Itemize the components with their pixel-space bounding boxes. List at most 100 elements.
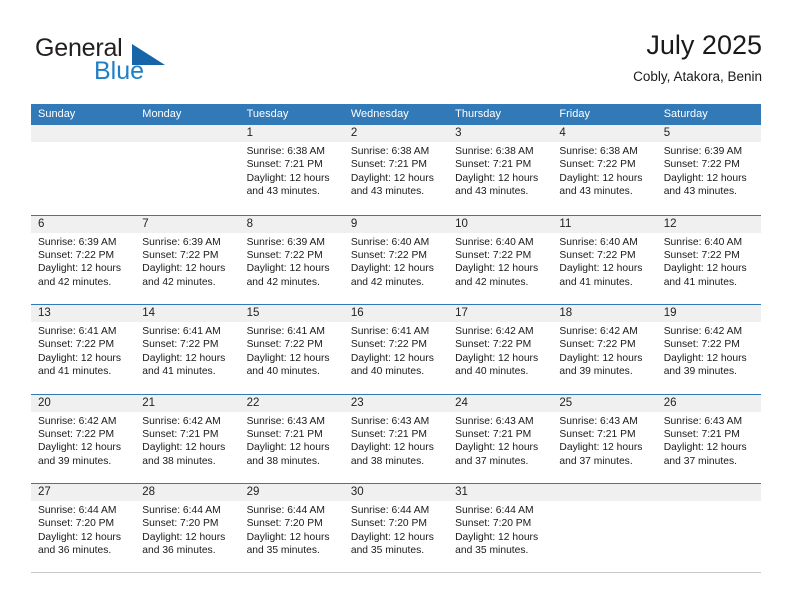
sunset-text: Sunset: 7:21 PM xyxy=(142,428,219,440)
sunset-text: Sunset: 7:21 PM xyxy=(350,428,427,440)
daylight-text-line1: Daylight: 12 hours xyxy=(455,263,539,275)
daylight-text-line1: Daylight: 12 hours xyxy=(559,172,643,184)
general-blue-logo[interactable]: General Blue xyxy=(35,34,265,92)
day-cell-empty xyxy=(656,484,761,572)
day-details: Sunrise: 6:43 AM Sunset: 7:21 PM Daylight:… xyxy=(657,412,761,469)
daylight-text-line2: and 43 minutes. xyxy=(663,186,737,198)
day-cell[interactable]: 20 Sunrise: 6:42 AM Sunset: 7:22 PM Dayligh… xyxy=(31,394,136,483)
sunset-text: Sunset: 7:22 PM xyxy=(38,428,115,440)
sunrise-text: Sunrise: 6:42 AM xyxy=(663,326,743,337)
daylight-text-line1: Daylight: 12 hours xyxy=(350,172,434,184)
daylight-text-line2: and 35 minutes. xyxy=(246,545,320,557)
day-cell[interactable]: 21 Sunrise: 6:42 AM Sunset: 7:21 PM Dayligh… xyxy=(135,394,240,483)
day-cell[interactable]: 31 Sunrise: 6:44 AM Sunset: 7:20 PM Dayligh… xyxy=(448,484,553,572)
sunrise-text: Sunrise: 6:42 AM xyxy=(142,415,221,427)
day-cell[interactable]: 30 Sunrise: 6:44 AM Sunset: 7:20 PM Dayligh… xyxy=(343,484,449,572)
weekday-header-monday: Monday xyxy=(142,108,182,120)
weekday-header-wednesday: Wednesday xyxy=(350,108,409,120)
day-number: 11 xyxy=(552,215,657,233)
day-cell[interactable]: 12 Sunrise: 6:40 AM Sunset: 7:22 PM Dayligh… xyxy=(656,215,761,304)
day-cell[interactable]: 8 Sunrise: 6:39 AM Sunset: 7:22 PM Daylight… xyxy=(239,215,344,304)
sunrise-text: Sunrise: 6:40 AM xyxy=(559,236,638,248)
day-cell[interactable]: 5 Sunrise: 6:39 AM Sunset: 7:22 PM Daylight… xyxy=(656,125,761,215)
page-header: General Blue July 2025 Cobly, Atakora, B… xyxy=(30,28,762,96)
sunrise-text: Sunrise: 6:41 AM xyxy=(142,326,221,337)
day-cell[interactable]: 25 Sunrise: 6:43 AM Sunset: 7:21 PM Dayligh… xyxy=(552,394,657,483)
day-number: 16 xyxy=(343,305,449,322)
page-title: July 2025 xyxy=(646,30,762,60)
day-cell[interactable]: 18 Sunrise: 6:42 AM Sunset: 7:22 PM Dayligh… xyxy=(552,305,657,394)
daylight-text-line1: Daylight: 12 hours xyxy=(663,263,747,275)
day-cell[interactable]: 1 Sunrise: 6:38 AM Sunset: 7:21 PM Daylight… xyxy=(239,125,344,215)
day-cell[interactable]: 28 Sunrise: 6:44 AM Sunset: 7:20 PM Dayligh… xyxy=(135,484,240,572)
day-cell[interactable]: 15 Sunrise: 6:41 AM Sunset: 7:22 PM Dayligh… xyxy=(239,305,344,394)
daylight-text-line1: Daylight: 12 hours xyxy=(142,352,226,364)
day-details: Sunrise: 6:41 AM Sunset: 7:22 PM Daylight:… xyxy=(31,322,135,379)
sunrise-text: Sunrise: 6:43 AM xyxy=(350,415,430,427)
day-number: 2 xyxy=(343,125,449,142)
sunset-text: Sunset: 7:22 PM xyxy=(246,249,323,261)
daylight-text-line2: and 43 minutes. xyxy=(455,186,529,198)
day-cell[interactable]: 6 Sunrise: 6:39 AM Sunset: 7:22 PM Daylight… xyxy=(31,215,136,304)
day-cell[interactable]: 2 Sunrise: 6:38 AM Sunset: 7:21 PM Daylight… xyxy=(343,125,449,215)
day-cell[interactable]: 14 Sunrise: 6:41 AM Sunset: 7:22 PM Dayligh… xyxy=(135,305,240,394)
day-cell[interactable]: 29 Sunrise: 6:44 AM Sunset: 7:20 PM Dayligh… xyxy=(239,484,344,572)
daylight-text-line1: Daylight: 12 hours xyxy=(246,172,330,184)
day-cell[interactable]: 22 Sunrise: 6:43 AM Sunset: 7:21 PM Dayligh… xyxy=(239,394,344,483)
day-cell[interactable]: 11 Sunrise: 6:40 AM Sunset: 7:22 PM Dayligh… xyxy=(552,215,657,304)
day-cell[interactable]: 16 Sunrise: 6:41 AM Sunset: 7:22 PM Dayligh… xyxy=(343,305,449,394)
day-number: 25 xyxy=(552,394,657,412)
day-cell[interactable]: 17 Sunrise: 6:42 AM Sunset: 7:22 PM Dayligh… xyxy=(448,305,553,394)
daylight-text-line2: and 38 minutes. xyxy=(246,455,320,467)
daylight-text-line1: Daylight: 12 hours xyxy=(350,531,434,543)
day-number: 24 xyxy=(448,394,553,412)
daylight-text-line2: and 39 minutes. xyxy=(663,366,737,378)
day-details: Sunrise: 6:42 AM Sunset: 7:22 PM Daylight:… xyxy=(552,322,656,379)
day-cell[interactable]: 13 Sunrise: 6:41 AM Sunset: 7:22 PM Dayligh… xyxy=(31,305,136,394)
sunrise-text: Sunrise: 6:40 AM xyxy=(663,236,743,248)
daylight-text-line1: Daylight: 12 hours xyxy=(455,442,539,454)
daylight-text-line1: Daylight: 12 hours xyxy=(663,442,747,454)
day-number: 23 xyxy=(343,394,449,412)
daylight-text-line2: and 43 minutes. xyxy=(246,186,320,198)
sunset-text: Sunset: 7:22 PM xyxy=(38,249,115,261)
day-cell[interactable]: 24 Sunrise: 6:43 AM Sunset: 7:21 PM Dayligh… xyxy=(448,394,553,483)
day-details: Sunrise: 6:40 AM Sunset: 7:22 PM Daylight:… xyxy=(448,233,552,290)
day-number: 27 xyxy=(31,484,136,501)
day-cell[interactable]: 9 Sunrise: 6:40 AM Sunset: 7:22 PM Daylight… xyxy=(343,215,449,304)
sunset-text: Sunset: 7:21 PM xyxy=(455,428,532,440)
day-number: 19 xyxy=(656,305,761,322)
daylight-text-line2: and 42 minutes. xyxy=(38,276,112,288)
day-number xyxy=(31,125,136,142)
daylight-text-line1: Daylight: 12 hours xyxy=(246,263,330,275)
day-cell[interactable]: 4 Sunrise: 6:38 AM Sunset: 7:22 PM Daylight… xyxy=(552,125,657,215)
sunset-text: Sunset: 7:22 PM xyxy=(663,159,740,171)
day-cell[interactable]: 10 Sunrise: 6:40 AM Sunset: 7:22 PM Dayligh… xyxy=(448,215,553,304)
daylight-text-line1: Daylight: 12 hours xyxy=(246,352,330,364)
day-number: 30 xyxy=(343,484,449,501)
day-details: Sunrise: 6:41 AM Sunset: 7:22 PM Daylight:… xyxy=(135,322,239,379)
sunrise-text: Sunrise: 6:40 AM xyxy=(350,236,430,248)
day-details: Sunrise: 6:43 AM Sunset: 7:21 PM Daylight:… xyxy=(448,412,552,469)
daylight-text-line1: Daylight: 12 hours xyxy=(559,442,643,454)
day-details: Sunrise: 6:38 AM Sunset: 7:21 PM Daylight:… xyxy=(240,142,344,199)
day-number: 14 xyxy=(135,305,240,322)
daylight-text-line1: Daylight: 12 hours xyxy=(663,172,747,184)
sunrise-text: Sunrise: 6:38 AM xyxy=(350,146,430,157)
day-cell[interactable]: 7 Sunrise: 6:39 AM Sunset: 7:22 PM Daylight… xyxy=(135,215,240,304)
day-number: 21 xyxy=(135,394,240,412)
day-cell[interactable]: 23 Sunrise: 6:43 AM Sunset: 7:21 PM Dayligh… xyxy=(343,394,449,483)
daylight-text-line1: Daylight: 12 hours xyxy=(350,442,434,454)
day-cell[interactable]: 3 Sunrise: 6:38 AM Sunset: 7:21 PM Daylight… xyxy=(448,125,553,215)
day-details: Sunrise: 6:43 AM Sunset: 7:21 PM Daylight:… xyxy=(240,412,344,469)
day-number: 10 xyxy=(448,215,553,233)
sunrise-text: Sunrise: 6:41 AM xyxy=(246,326,325,337)
day-cell[interactable]: 26 Sunrise: 6:43 AM Sunset: 7:21 PM Dayligh… xyxy=(656,394,761,483)
day-cell[interactable]: 27 Sunrise: 6:44 AM Sunset: 7:20 PM Dayligh… xyxy=(31,484,136,572)
daylight-text-line2: and 40 minutes. xyxy=(455,366,529,378)
day-number: 5 xyxy=(656,125,761,142)
day-details: Sunrise: 6:42 AM Sunset: 7:22 PM Daylight:… xyxy=(31,412,135,469)
sunset-text: Sunset: 7:22 PM xyxy=(38,339,115,351)
day-cell[interactable]: 19 Sunrise: 6:42 AM Sunset: 7:22 PM Dayligh… xyxy=(656,305,761,394)
weekday-header-friday: Friday xyxy=(559,108,590,120)
